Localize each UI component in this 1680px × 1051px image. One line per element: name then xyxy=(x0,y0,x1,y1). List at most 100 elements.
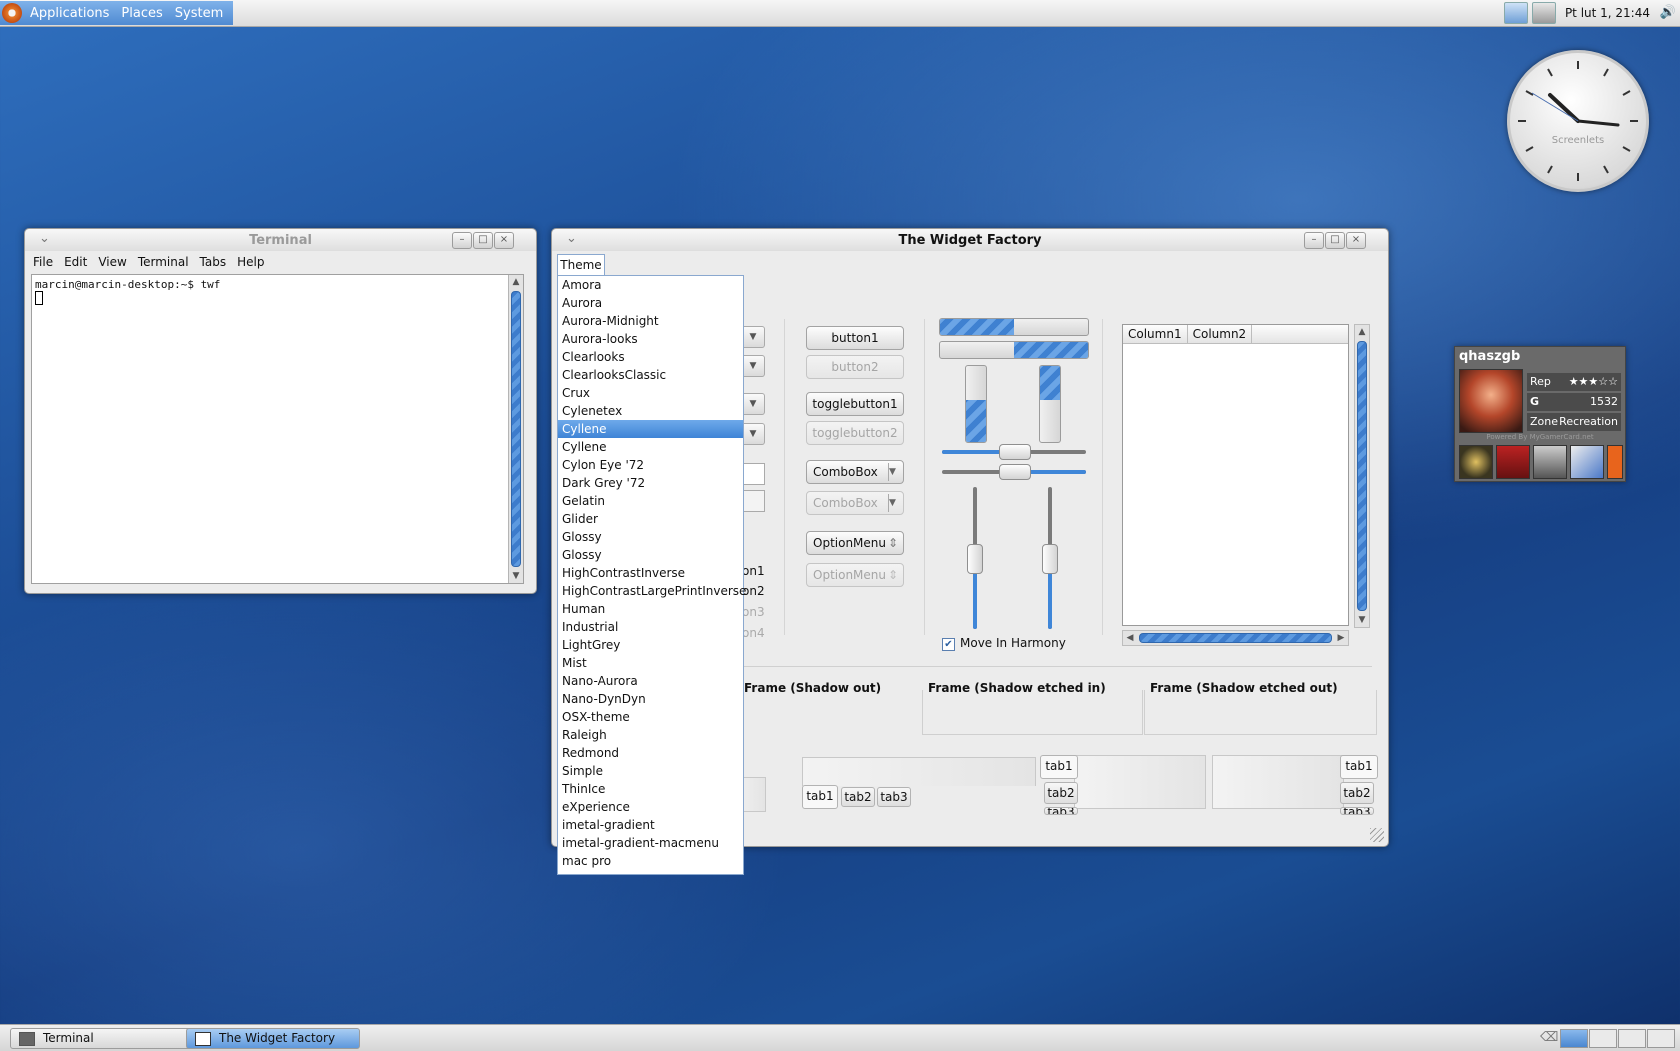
vscale-2[interactable] xyxy=(1042,487,1058,629)
radio-label-1[interactable]: on1 xyxy=(742,564,765,578)
scroll-right-arrow-icon[interactable]: ▶ xyxy=(1334,631,1348,645)
button1[interactable]: button1 xyxy=(806,326,904,350)
theme-item[interactable]: OSX-theme xyxy=(558,708,743,726)
workspace-3[interactable] xyxy=(1618,1029,1646,1048)
theme-item[interactable]: Nano-DynDyn xyxy=(558,690,743,708)
scroll-down-arrow-icon[interactable]: ▼ xyxy=(509,569,523,583)
theme-item[interactable]: Cylenetex xyxy=(558,402,743,420)
close-button[interactable]: × xyxy=(1346,232,1366,249)
scroll-up-arrow-icon[interactable]: ▲ xyxy=(509,275,523,289)
combo-entry-arrow-3[interactable]: ▼ xyxy=(742,393,765,415)
theme-item[interactable]: Aurora-looks xyxy=(558,330,743,348)
menu-places[interactable]: Places xyxy=(115,6,168,21)
maximize-button[interactable]: □ xyxy=(473,232,493,249)
theme-item[interactable]: mac pro xyxy=(558,852,743,870)
vscale-knob-2[interactable] xyxy=(1042,544,1058,574)
tab-left-tab1[interactable]: tab1 xyxy=(1040,755,1078,779)
theme-item[interactable]: Cyllene xyxy=(558,438,743,456)
tree-vscrollbar[interactable]: ▲ ▼ xyxy=(1354,324,1370,628)
minimize-button[interactable]: – xyxy=(452,232,472,249)
menu-file[interactable]: File xyxy=(33,255,53,269)
theme-menu-list[interactable]: Amora Aurora Aurora-Midnight Aurora-looks Cl… xyxy=(557,275,746,875)
workspace-1[interactable] xyxy=(1560,1029,1588,1048)
trash-icon[interactable]: ⌫ xyxy=(1540,1030,1558,1045)
theme-item[interactable]: imetal-gradient xyxy=(558,816,743,834)
tab-bottom-tab2[interactable]: tab2 xyxy=(841,787,875,807)
scroll-down-arrow-icon[interactable]: ▼ xyxy=(1355,613,1369,627)
theme-item[interactable]: Nano-Aurora xyxy=(558,672,743,690)
combo-entry-arrow-1[interactable]: ▼ xyxy=(742,326,765,348)
column2-header[interactable]: Column2 xyxy=(1188,325,1253,343)
game-tile-4-icon[interactable] xyxy=(1570,445,1604,479)
combobox1[interactable]: ComboBox ▼ xyxy=(806,460,904,484)
tab-left-tab2[interactable]: tab2 xyxy=(1044,782,1078,804)
combo-entry-arrow-4[interactable]: ▼ xyxy=(742,423,765,445)
theme-item[interactable]: ThinIce xyxy=(558,780,743,798)
theme-item[interactable]: Aurora xyxy=(558,294,743,312)
menu-system[interactable]: System xyxy=(169,6,229,21)
theme-item[interactable]: Glider xyxy=(558,510,743,528)
maximize-button[interactable]: □ xyxy=(1325,232,1345,249)
menu-help[interactable]: Help xyxy=(237,255,264,269)
minimize-button[interactable]: – xyxy=(1304,232,1324,249)
theme-item[interactable]: Industrial xyxy=(558,618,743,636)
panel-clock[interactable]: Pt lut 1, 21:44 xyxy=(1565,6,1650,20)
entry-2[interactable] xyxy=(742,490,765,512)
workspace-2[interactable] xyxy=(1589,1029,1617,1048)
game-tile-1-icon[interactable] xyxy=(1459,445,1493,479)
vscale-1[interactable] xyxy=(967,487,983,629)
game-tile-3-icon[interactable] xyxy=(1533,445,1567,479)
theme-item[interactable]: ClearlooksClassic xyxy=(558,366,743,384)
theme-item[interactable]: Crux xyxy=(558,384,743,402)
scrollbar-thumb[interactable] xyxy=(1357,341,1367,611)
theme-item[interactable]: LightGrey xyxy=(558,636,743,654)
game-tile-half-life-icon[interactable] xyxy=(1607,445,1623,479)
menu-edit[interactable]: Edit xyxy=(64,255,87,269)
scrollbar-thumb[interactable] xyxy=(511,291,521,567)
combo-entry-arrow-2[interactable]: ▼ xyxy=(742,355,765,377)
theme-item[interactable]: HighContrastInverse xyxy=(558,564,743,582)
optionmenu1[interactable]: OptionMenu ⇕ xyxy=(806,531,904,555)
volume-icon[interactable]: 🔊 xyxy=(1660,5,1676,20)
column1-header[interactable]: Column1 xyxy=(1123,325,1188,343)
scrollbar-thumb[interactable] xyxy=(1139,633,1332,643)
theme-menu-title[interactable]: Theme xyxy=(557,254,605,276)
screenlet-analog-clock[interactable]: Screenlets xyxy=(1507,50,1649,192)
terminal-titlebar[interactable]: ⌄ Terminal – □ × xyxy=(25,229,536,251)
theme-item[interactable]: Gelatin xyxy=(558,492,743,510)
entry-1[interactable] xyxy=(742,463,765,485)
theme-item[interactable]: Human xyxy=(558,600,743,618)
gamercard-widget[interactable]: qhaszgb Rep ★★★☆☆ G 1532 Zone Recreation… xyxy=(1454,346,1626,482)
move-in-harmony-label[interactable]: Move In Harmony xyxy=(960,636,1066,650)
theme-item[interactable]: Amora xyxy=(558,276,743,294)
vscale-knob-1[interactable] xyxy=(967,544,983,574)
terminal-window[interactable]: ⌄ Terminal – □ × File Edit View Terminal… xyxy=(24,228,537,594)
theme-item[interactable]: Cyllene xyxy=(558,420,743,438)
menu-terminal[interactable]: Terminal xyxy=(138,255,189,269)
game-tile-gears-of-war-icon[interactable] xyxy=(1496,445,1530,479)
tree-view[interactable]: Column1 Column2 xyxy=(1122,324,1349,626)
tab-right-tab2[interactable]: tab2 xyxy=(1340,782,1374,804)
workspace-4[interactable] xyxy=(1647,1029,1675,1048)
hscale-knob-2[interactable] xyxy=(999,464,1031,480)
theme-item[interactable]: HighContrastLargePrintInverse xyxy=(558,582,746,600)
theme-item[interactable]: imetal-gradient-macmenu xyxy=(558,834,743,852)
terminal-scrollbar[interactable]: ▲ ▼ xyxy=(508,275,523,583)
theme-item[interactable]: Glossy xyxy=(558,546,743,564)
taskbar-widget-factory[interactable]: The Widget Factory xyxy=(186,1028,360,1049)
menu-tabs[interactable]: Tabs xyxy=(200,255,227,269)
network-monitor-icon[interactable] xyxy=(1532,2,1556,24)
move-in-harmony-checkbox[interactable]: ✔ xyxy=(942,638,955,651)
tab-right-tab3[interactable]: tab3 xyxy=(1340,807,1374,815)
theme-item[interactable]: Cylon Eye '72 xyxy=(558,456,743,474)
theme-item[interactable]: Redmond xyxy=(558,744,743,762)
tab-left-tab3[interactable]: tab3 xyxy=(1044,807,1078,815)
tab-right-tab1[interactable]: tab1 xyxy=(1340,755,1378,779)
resize-grip-icon[interactable] xyxy=(1370,828,1384,842)
menu-applications[interactable]: Applications xyxy=(24,6,115,21)
theme-item[interactable]: Simple xyxy=(558,762,743,780)
close-button[interactable]: × xyxy=(494,232,514,249)
theme-item[interactable]: Raleigh xyxy=(558,726,743,744)
tab-bottom-tab1[interactable]: tab1 xyxy=(802,785,838,809)
terminal-text-area[interactable]: marcin@marcin-desktop:~$ twf ▲ ▼ xyxy=(31,274,524,584)
